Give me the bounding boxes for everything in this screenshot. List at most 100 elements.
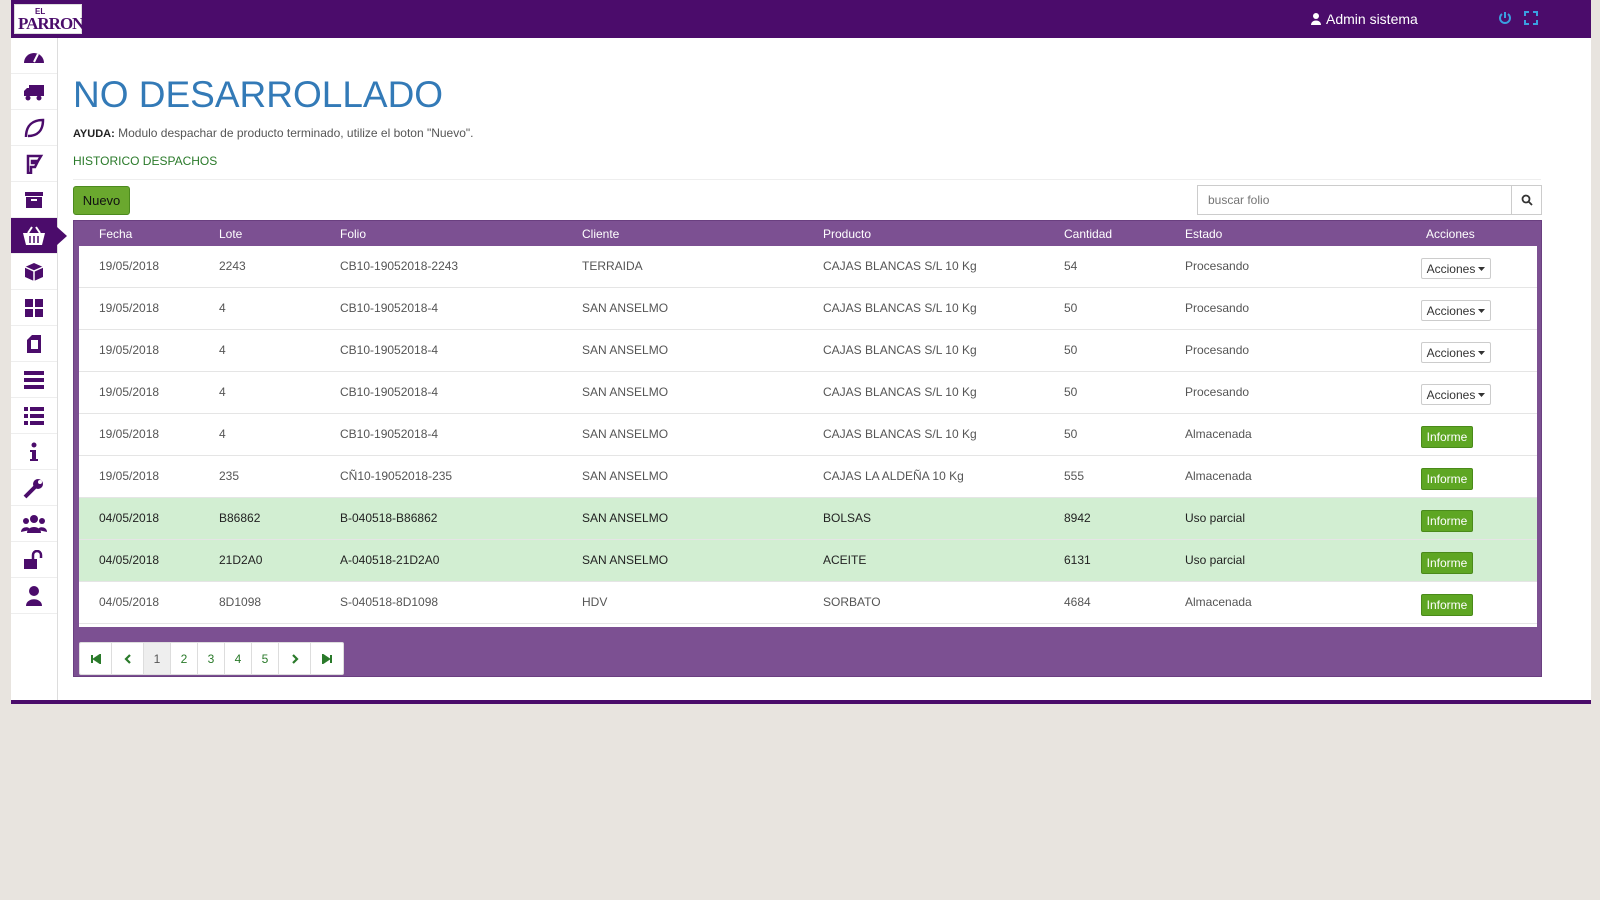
search-box: [1197, 185, 1542, 215]
leaf-icon[interactable]: [11, 110, 57, 146]
cell-folio: CÑ10-19052018-235: [340, 469, 453, 483]
informe-button[interactable]: Informe: [1421, 426, 1473, 448]
cell-fecha: 19/05/2018: [99, 427, 160, 441]
table-row: 19/05/2018 235 CÑ10-19052018-235 SAN ANSELM…: [79, 456, 1537, 498]
cell-producto: CAJAS BLANCAS S/L 10 Kg: [823, 385, 977, 399]
cell-lote: 4: [219, 385, 226, 399]
page-link[interactable]: 1: [144, 643, 171, 674]
cell-producto: CAJAS BLANCAS S/L 10 Kg: [823, 427, 977, 441]
caret-down-icon: [1478, 308, 1486, 313]
fullscreen-icon[interactable]: [1524, 11, 1538, 28]
cell-cantidad: 50: [1064, 427, 1078, 441]
informe-button[interactable]: Informe: [1421, 468, 1473, 490]
col-fecha[interactable]: Fecha: [99, 227, 132, 241]
cell-producto: BOLSAS: [823, 511, 872, 525]
cell-cantidad: 54: [1064, 259, 1078, 273]
unlock-icon[interactable]: [11, 542, 57, 578]
col-cantidad[interactable]: Cantidad: [1064, 227, 1112, 241]
user-menu[interactable]: Admin sistema: [1311, 11, 1418, 27]
acciones-dropdown-button[interactable]: Acciones: [1421, 300, 1491, 321]
cell-cliente: SAN ANSELMO: [582, 427, 669, 441]
history-link[interactable]: HISTORICO DESPACHOS: [73, 154, 217, 168]
col-producto[interactable]: Producto: [823, 227, 871, 241]
cell-cantidad: 8942: [1064, 511, 1091, 525]
box-icon[interactable]: [11, 254, 57, 290]
cell-folio: CB10-19052018-4: [340, 385, 439, 399]
col-estado[interactable]: Estado: [1185, 227, 1222, 241]
cell-producto: CAJAS BLANCAS S/L 10 Kg: [823, 259, 977, 273]
page-link[interactable]: 2: [171, 643, 198, 674]
flag-icon[interactable]: [11, 146, 57, 182]
search-icon: [1521, 194, 1533, 206]
cell-fecha: 04/05/2018: [99, 553, 160, 567]
grid-icon[interactable]: [11, 290, 57, 326]
table-row: 19/05/2018 4 CB10-19052018-4 SAN ANSELMO CAJ…: [79, 330, 1537, 372]
table-row: 04/05/2018 B86862 B-040518-B86862 SAN ANSEL…: [79, 498, 1537, 540]
user-icon[interactable]: [11, 578, 57, 614]
logo[interactable]: EL PARRON: [14, 4, 84, 34]
cell-folio: B-040518-B86862: [340, 511, 438, 525]
acciones-dropdown-button[interactable]: Acciones: [1421, 384, 1491, 405]
col-cliente[interactable]: Cliente: [582, 227, 619, 241]
next-page-button[interactable]: [279, 643, 311, 674]
cell-folio: A-040518-21D2A0: [340, 553, 440, 567]
info-icon[interactable]: [11, 434, 57, 470]
page-link[interactable]: 4: [225, 643, 252, 674]
page-link[interactable]: 3: [198, 643, 225, 674]
cell-lote: 8D1098: [219, 595, 262, 609]
cell-fecha: 04/05/2018: [99, 511, 160, 525]
cell-producto: SORBATO: [823, 595, 881, 609]
cell-folio: CB10-19052018-4: [340, 427, 439, 441]
table-row: 19/05/2018 2243 CB10-19052018-2243 TERRAIDA…: [79, 246, 1537, 288]
page-title: NO DESARROLLADO: [73, 74, 444, 115]
cell-estado: Procesando: [1185, 259, 1250, 273]
logo-name-text: PARRON: [18, 14, 84, 33]
cell-cliente: SAN ANSELMO: [582, 343, 669, 357]
page-link[interactable]: 5: [252, 643, 279, 674]
col-acciones[interactable]: Acciones: [1426, 227, 1475, 241]
table-header: Fecha Lote Folio Cliente Producto Cantid…: [74, 221, 1541, 246]
cell-estado: Procesando: [1185, 385, 1250, 399]
cell-estado: Procesando: [1185, 301, 1250, 315]
col-folio[interactable]: Folio: [340, 227, 366, 241]
informe-button[interactable]: Informe: [1421, 594, 1473, 616]
power-icon[interactable]: [1498, 11, 1512, 28]
informe-button[interactable]: Informe: [1421, 552, 1473, 574]
prev-page-button[interactable]: [112, 643, 144, 674]
list-icon[interactable]: [11, 398, 57, 434]
dashboard-icon[interactable]: [11, 38, 57, 74]
cell-cantidad: 4684: [1064, 595, 1091, 609]
next-page-icon: [291, 653, 299, 664]
acciones-label: Acciones: [1426, 345, 1476, 360]
informe-label: Informe: [1426, 556, 1468, 570]
truck-icon[interactable]: [11, 74, 57, 110]
cell-cliente: HDV: [582, 595, 608, 609]
search-input[interactable]: [1197, 185, 1511, 215]
acciones-label: Acciones: [1426, 261, 1476, 276]
informe-button[interactable]: Informe: [1421, 510, 1473, 532]
users-icon[interactable]: [11, 506, 57, 542]
server-icon[interactable]: [11, 362, 57, 398]
cell-cantidad: 555: [1064, 469, 1085, 483]
basket-icon[interactable]: [11, 218, 67, 254]
cell-fecha: 19/05/2018: [99, 385, 160, 399]
cell-estado: Uso parcial: [1185, 553, 1246, 567]
first-page-button[interactable]: [80, 643, 112, 674]
wrench-icon[interactable]: [11, 470, 57, 506]
cell-lote: 21D2A0: [219, 553, 263, 567]
col-lote[interactable]: Lote: [219, 227, 242, 241]
search-button[interactable]: [1511, 185, 1542, 215]
top-bar: EL PARRON Admin sistema: [11, 0, 1591, 38]
acciones-dropdown-button[interactable]: Acciones: [1421, 342, 1491, 363]
cell-cliente: TERRAIDA: [582, 259, 643, 273]
acciones-dropdown-button[interactable]: Acciones: [1421, 258, 1491, 279]
cell-lote: 4: [219, 301, 226, 315]
tablet-icon[interactable]: [11, 326, 57, 362]
cell-estado: Procesando: [1185, 343, 1250, 357]
new-button[interactable]: Nuevo: [73, 186, 130, 215]
cell-estado: Almacenada: [1185, 469, 1252, 483]
cell-cliente: SAN ANSELMO: [582, 511, 669, 525]
last-page-button[interactable]: [311, 643, 343, 674]
archive-icon[interactable]: [11, 182, 57, 218]
table-row: 19/05/2018 4 CB10-19052018-4 SAN ANSELMO CAJ…: [79, 288, 1537, 330]
